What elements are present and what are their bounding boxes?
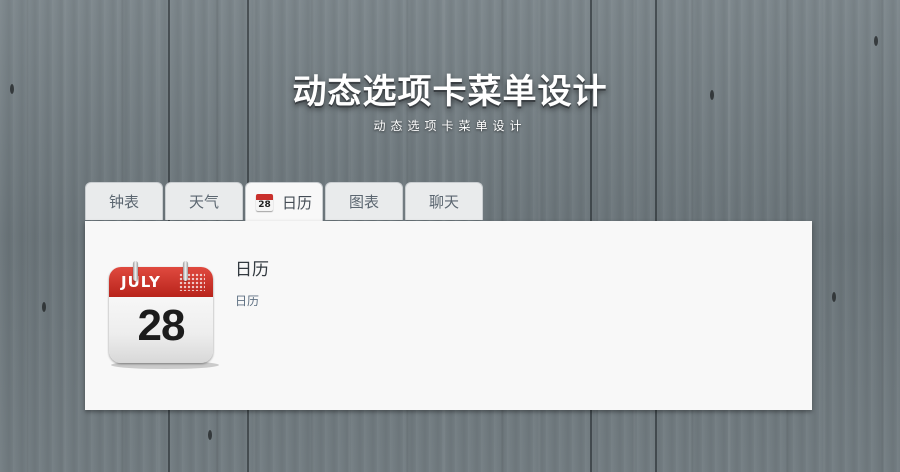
content-title: 日历 xyxy=(235,260,269,280)
calendar-icon: 28 xyxy=(255,194,273,211)
content-text: 日历 xyxy=(235,294,260,308)
calendar-body: JULY 28 xyxy=(109,267,213,363)
wood-knot xyxy=(874,36,878,46)
tab-label: 日历 xyxy=(281,194,312,212)
tab-content-panel: JULY 28 日历 日历 xyxy=(85,221,812,410)
calendar-day: 28 xyxy=(137,301,186,350)
tab-label: 图表 xyxy=(348,193,379,211)
tab-label: 聊天 xyxy=(428,193,459,211)
page-subtitle: 动态选项卡菜单设计 xyxy=(373,119,527,133)
wood-knot xyxy=(832,292,836,302)
tab-chat[interactable]: 聊天 xyxy=(405,182,483,220)
tab-weather[interactable]: 天气 xyxy=(165,182,243,220)
calendar-ring xyxy=(133,261,138,281)
tab-calendar[interactable]: 28 日历 xyxy=(245,182,323,222)
tab-label: 钟表 xyxy=(108,193,139,211)
tab-bar: 钟表 天气 28 日历 图表 聊天 xyxy=(85,182,483,222)
tab-label: 天气 xyxy=(188,193,219,211)
wood-knot xyxy=(208,430,212,440)
calendar-ring xyxy=(183,261,188,281)
tab-clock[interactable]: 钟表 xyxy=(85,182,163,220)
page-header: 动态选项卡菜单设计 动态选项卡菜单设计 xyxy=(0,64,900,134)
calendar-month: JULY xyxy=(121,273,161,291)
page-title: 动态选项卡菜单设计 xyxy=(292,72,608,112)
calendar-icon-day: 28 xyxy=(258,200,271,210)
wood-knot xyxy=(42,302,46,312)
tab-chart[interactable]: 图表 xyxy=(325,182,403,220)
calendar-icon: JULY 28 xyxy=(109,261,219,369)
